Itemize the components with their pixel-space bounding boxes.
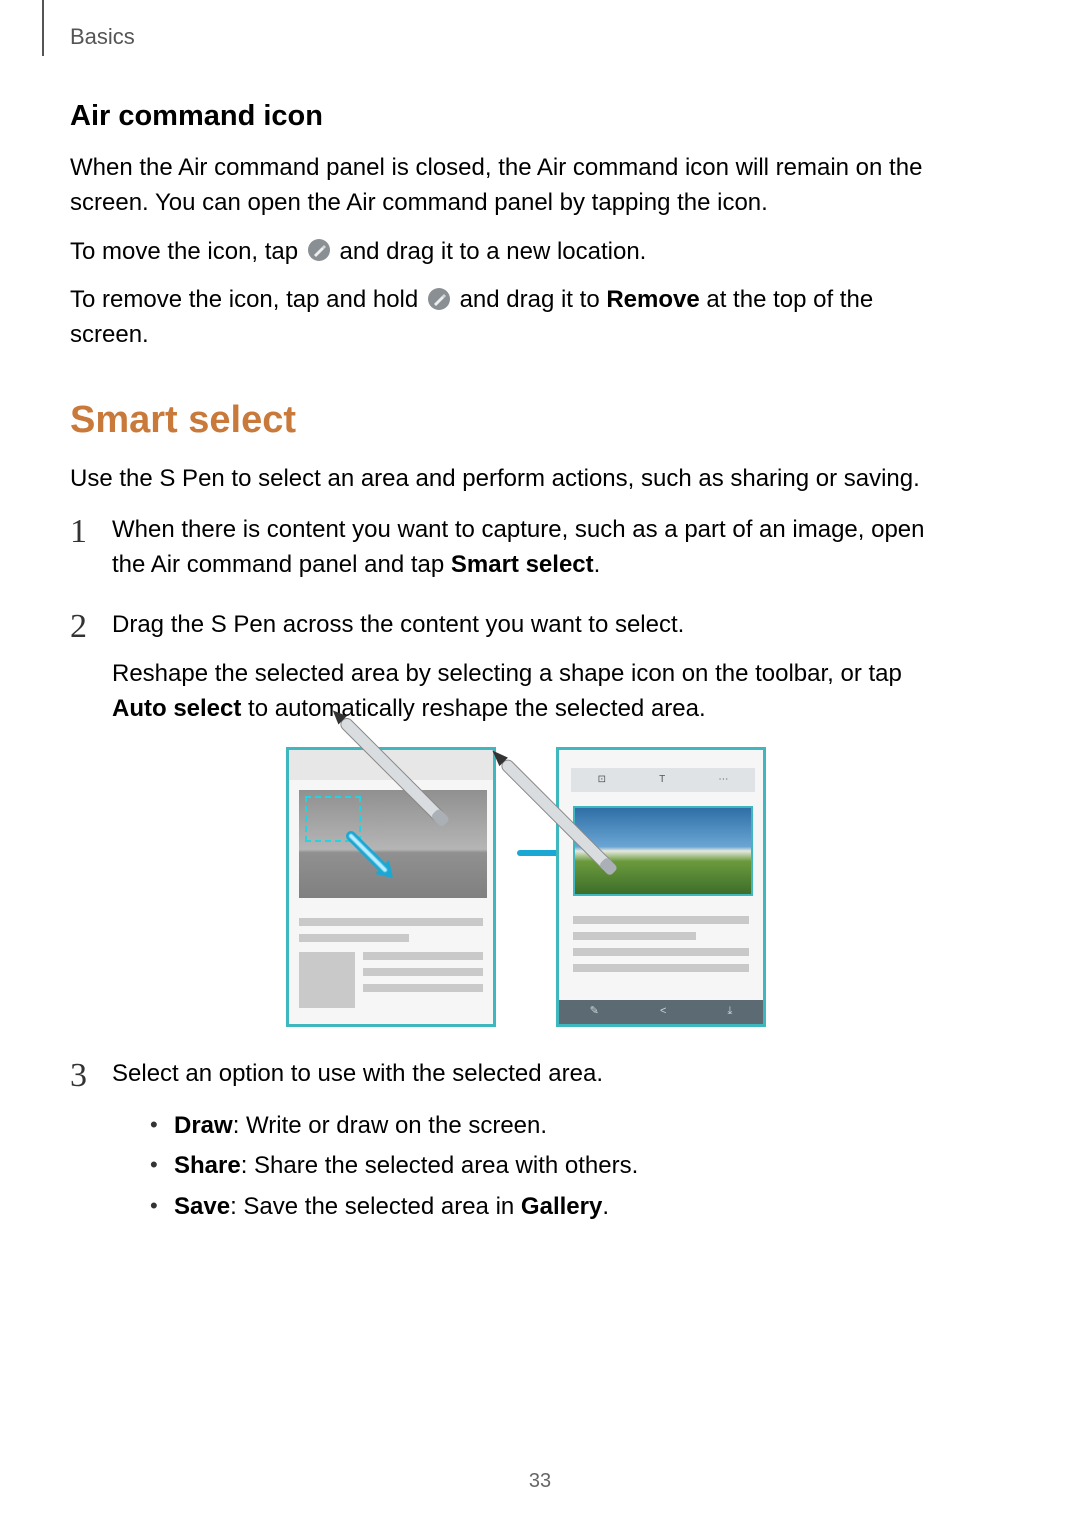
- device-placeholder-lines: [299, 918, 483, 1008]
- selected-image-result: [573, 806, 753, 896]
- device-photo-area: [299, 790, 487, 898]
- option-save: Save: Save the selected area in Gallery.: [150, 1187, 940, 1228]
- text-bold: Remove: [606, 286, 699, 313]
- ellipsis-icon: ⋯: [718, 773, 728, 788]
- numbered-steps: 1 When there is content you want to capt…: [70, 513, 940, 1228]
- page-content: Air command icon When the Air command pa…: [70, 100, 940, 1254]
- text: to automatically reshape the selected ar…: [241, 695, 705, 722]
- device-header: [289, 750, 493, 780]
- heading-air-command-icon: Air command icon: [70, 100, 940, 133]
- illustration-device-after: ⊡ T ⋯ ✎ <: [556, 747, 766, 1027]
- step-1: 1 When there is content you want to capt…: [70, 513, 940, 583]
- step-3: 3 Select an option to use with the selec…: [70, 1057, 940, 1228]
- paragraph-remove-icon: To remove the icon, tap and hold and dra…: [70, 283, 940, 353]
- illustration-row: ⊡ T ⋯ ✎ <: [112, 747, 940, 1027]
- text-bold: Auto select: [112, 695, 241, 722]
- option-label: Save: [174, 1193, 230, 1220]
- heading-smart-select: Smart select: [70, 399, 940, 442]
- option-text: : Save the selected area in: [230, 1193, 521, 1220]
- text: and drag it to: [460, 286, 607, 313]
- paragraph: Use the S Pen to select an area and perf…: [70, 462, 940, 497]
- draw-icon: ✎: [590, 1004, 599, 1020]
- text-bold: Gallery: [521, 1193, 602, 1220]
- paragraph-move-icon: To move the icon, tap and drag it to a n…: [70, 235, 940, 270]
- text: and drag it to a new location.: [339, 238, 646, 265]
- page-number: 33: [0, 1470, 1080, 1493]
- text: Reshape the selected area by selecting a…: [112, 660, 902, 687]
- placeholder-bar: [299, 934, 409, 942]
- step-text: Reshape the selected area by selecting a…: [112, 657, 940, 727]
- placeholder-line: [363, 952, 483, 960]
- step-number: 2: [70, 602, 87, 651]
- step-text: Drag the S Pen across the content you wa…: [112, 608, 940, 643]
- placeholder-thumb: [299, 952, 355, 1008]
- air-command-pen-icon: [427, 287, 451, 311]
- step-number: 3: [70, 1051, 87, 1100]
- placeholder-line: [363, 968, 483, 976]
- step-text: Select an option to use with the selecte…: [112, 1057, 940, 1092]
- text-bold: Smart select: [451, 551, 594, 578]
- placeholder-line: [363, 984, 483, 992]
- text: To move the icon, tap: [70, 238, 305, 265]
- placeholder-bar: [299, 918, 483, 926]
- auto-select-icon: ⊡: [598, 773, 606, 788]
- text: To remove the icon, tap and hold: [70, 286, 425, 313]
- save-icon: ⤓: [728, 1004, 733, 1020]
- text: .: [594, 551, 601, 578]
- breadcrumb: Basics: [42, 0, 135, 56]
- step-2: 2 Drag the S Pen across the content you …: [70, 608, 940, 1026]
- option-text: : Write or draw on the screen.: [233, 1112, 547, 1139]
- step-number: 1: [70, 507, 87, 556]
- option-text: : Share the selected area with others.: [241, 1152, 639, 1179]
- option-draw: Draw: Write or draw on the screen.: [150, 1106, 940, 1147]
- drag-arrow-icon: [345, 830, 401, 886]
- option-text: .: [602, 1193, 609, 1220]
- smart-select-toolbar: ⊡ T ⋯: [571, 768, 755, 792]
- air-command-pen-icon: [307, 238, 331, 262]
- option-list: Draw: Write or draw on the screen. Share…: [112, 1106, 940, 1228]
- breadcrumb-label: Basics: [70, 24, 135, 50]
- option-share: Share: Share the selected area with othe…: [150, 1146, 940, 1187]
- option-label: Share: [174, 1152, 241, 1179]
- placeholder-line: [573, 964, 749, 972]
- share-icon: <: [660, 1004, 666, 1020]
- illustration-device-before: [286, 747, 496, 1027]
- smart-select-bottom-bar: ✎ < ⤓: [559, 1000, 763, 1024]
- paragraph: When the Air command panel is closed, th…: [70, 151, 940, 221]
- placeholder-line: [573, 932, 696, 940]
- device-placeholder-lines: [573, 916, 749, 972]
- step-text: When there is content you want to captur…: [112, 513, 940, 583]
- option-label: Draw: [174, 1112, 233, 1139]
- placeholder-line: [573, 948, 749, 956]
- text-icon: T: [659, 773, 665, 788]
- placeholder-line: [573, 916, 749, 924]
